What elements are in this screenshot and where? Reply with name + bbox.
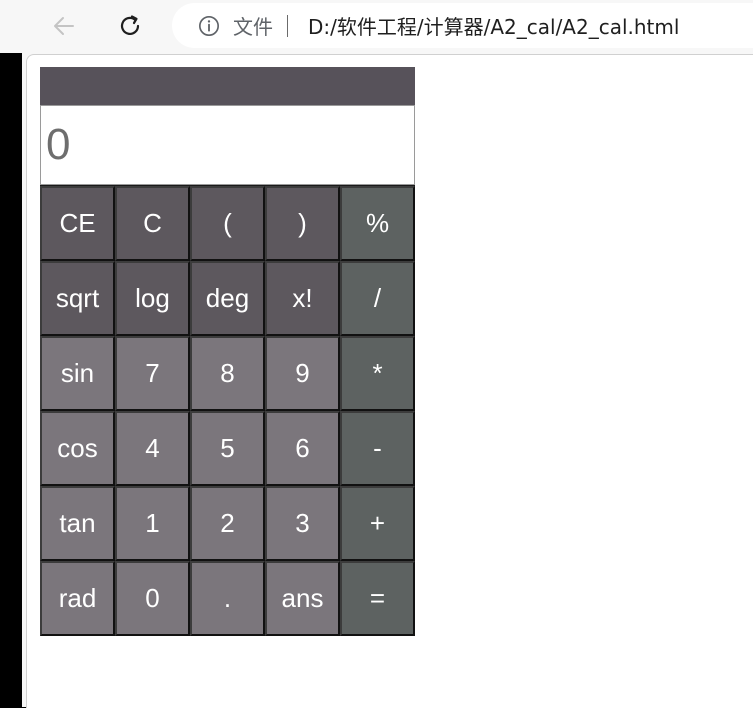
reload-icon: [117, 13, 143, 39]
sin-button[interactable]: sin: [40, 336, 115, 411]
address-bar[interactable]: 文件 D:/软件工程/计算器/A2_cal/A2_cal.html: [172, 3, 753, 48]
digit-7-button[interactable]: 7: [115, 336, 190, 411]
scheme-label: 文件: [233, 15, 273, 39]
clear-button[interactable]: C: [115, 186, 190, 261]
cos-button[interactable]: cos: [40, 411, 115, 486]
equals-button[interactable]: =: [340, 561, 415, 636]
digit-2-button[interactable]: 2: [190, 486, 265, 561]
back-button[interactable]: [44, 6, 84, 46]
calculator-header: [40, 67, 415, 105]
digit-1-button[interactable]: 1: [115, 486, 190, 561]
calculator: 0 CE C()% sqrt log deg x! / sin 7 8 9 * cos 4 5 6- tan 1 2…: [40, 67, 415, 636]
percent-button[interactable]: %: [340, 186, 415, 261]
multiply-button[interactable]: *: [340, 336, 415, 411]
tan-button[interactable]: tan: [40, 486, 115, 561]
clear-entry-button[interactable]: CE: [40, 186, 115, 261]
browser-toolbar: 文件 D:/软件工程/计算器/A2_cal/A2_cal.html: [0, 0, 753, 53]
divide-button[interactable]: /: [340, 261, 415, 336]
digit-0-button[interactable]: 0: [115, 561, 190, 636]
arrow-left-icon: [51, 13, 77, 39]
digit-3-button[interactable]: 3: [265, 486, 340, 561]
address-divider: [287, 14, 288, 37]
browser-window: 文件 D:/软件工程/计算器/A2_cal/A2_cal.html 0 CE C(…: [0, 0, 753, 708]
calculator-display: 0: [40, 105, 415, 185]
add-button[interactable]: +: [340, 486, 415, 561]
sqrt-button[interactable]: sqrt: [40, 261, 115, 336]
close-paren-button[interactable]: ): [265, 186, 340, 261]
url-text[interactable]: D:/软件工程/计算器/A2_cal/A2_cal.html: [308, 11, 679, 40]
ans-button[interactable]: ans: [265, 561, 340, 636]
log-button[interactable]: log: [115, 261, 190, 336]
reload-button[interactable]: [110, 6, 150, 46]
display-value: 0: [46, 120, 71, 169]
digit-8-button[interactable]: 8: [190, 336, 265, 411]
left-edge: [0, 53, 22, 707]
open-paren-button[interactable]: (: [190, 186, 265, 261]
digit-6-button[interactable]: 6: [265, 411, 340, 486]
rad-button[interactable]: rad: [40, 561, 115, 636]
digit-5-button[interactable]: 5: [190, 411, 265, 486]
decimal-button[interactable]: .: [190, 561, 265, 636]
subtract-button[interactable]: -: [340, 411, 415, 486]
calculator-keypad: CE C()% sqrt log deg x! / sin 7 8 9 * cos 4 5 6- tan 1 2 3 +…: [40, 186, 415, 636]
factorial-button[interactable]: x!: [265, 261, 340, 336]
digit-4-button[interactable]: 4: [115, 411, 190, 486]
digit-9-button[interactable]: 9: [265, 336, 340, 411]
deg-button[interactable]: deg: [190, 261, 265, 336]
info-circle-icon[interactable]: [198, 15, 220, 37]
